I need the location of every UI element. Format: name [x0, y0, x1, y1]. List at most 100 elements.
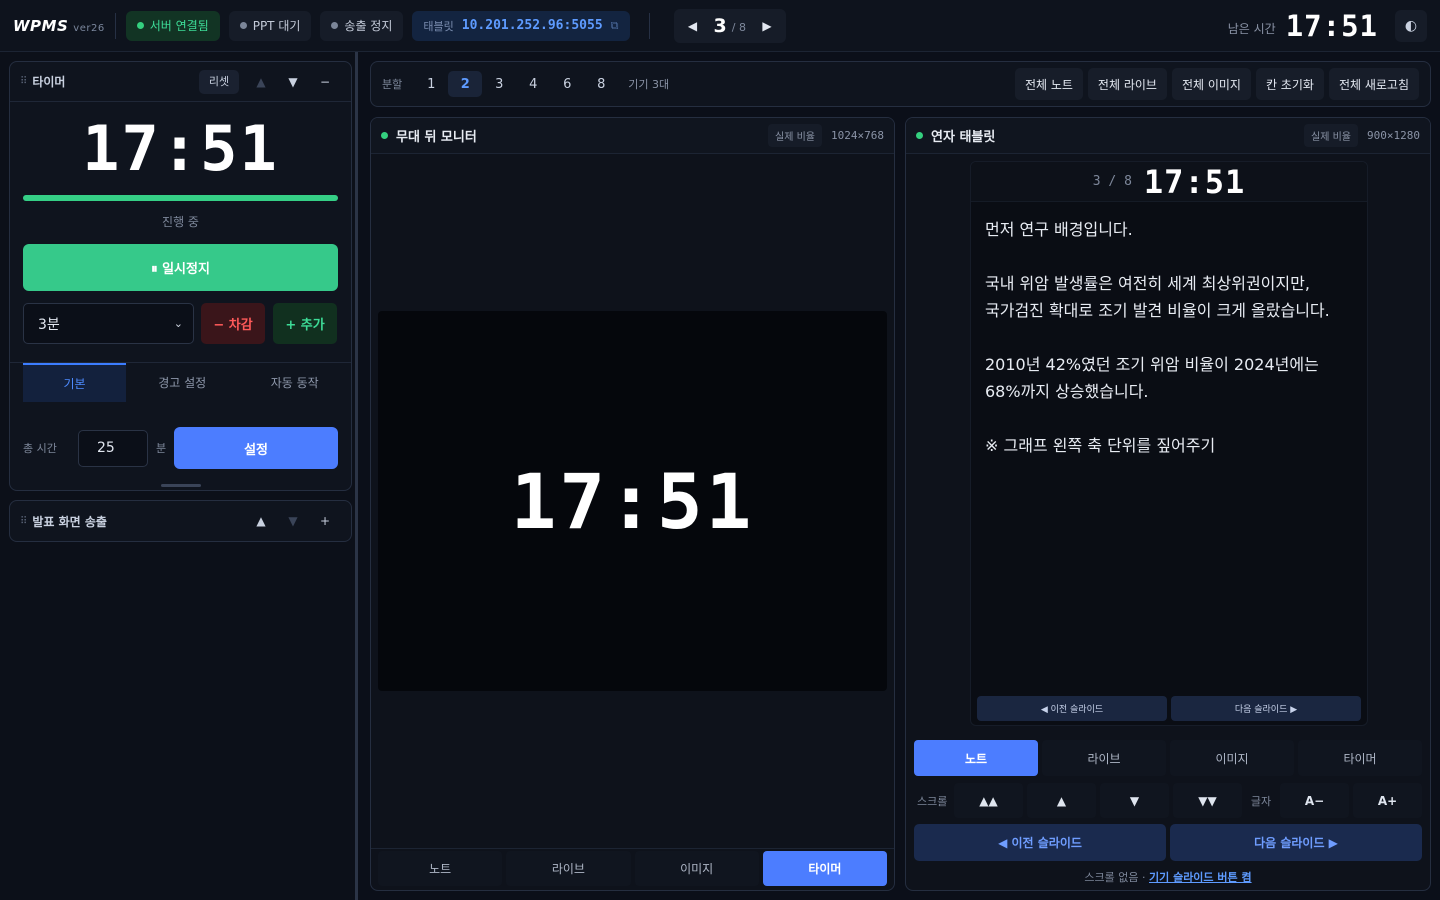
expand-icon[interactable]: + [309, 514, 341, 528]
timer-display: 17:51 [82, 112, 279, 185]
status-dot-icon [239, 22, 247, 29]
tab-live[interactable]: 라이브 [506, 851, 631, 886]
all-live-button[interactable]: 전체 라이브 [1087, 68, 1167, 100]
stage-mode-tabs: 노트 라이브 이미지 타이머 [371, 848, 894, 890]
timer-tabs: 기본 경고 설정 자동 동작 [10, 362, 351, 402]
current-page: 3 [713, 14, 727, 37]
minute-unit-label: 분 [156, 442, 167, 455]
ratio-toggle[interactable]: 실제 비율 [1304, 124, 1359, 147]
split-option-1[interactable]: 1 [414, 71, 448, 97]
server-status-badge[interactable]: 서버 연결됨 [125, 10, 220, 41]
split-option-6[interactable]: 6 [550, 71, 584, 97]
device-slide-buttons-link[interactable]: 기기 슬라이드 버튼 켬 [1149, 871, 1252, 884]
drag-handle-icon[interactable]: ⠿ [20, 516, 27, 527]
tab-timer[interactable]: 타이머 [1298, 740, 1422, 776]
slide-nav: ◀ 이전 슬라이드 다음 슬라이드 ▶ [912, 824, 1424, 861]
scroll-status-text: 스크롤 없음 · [1084, 871, 1149, 884]
scroll-label: 스크롤 [917, 794, 948, 808]
remaining-time-value: 17:51 [1285, 8, 1378, 43]
remaining-time: 남은 시간 17:51 [1228, 9, 1378, 43]
tablet-footer-note: 스크롤 없음 · 기기 슬라이드 버튼 켬 [906, 869, 1430, 885]
move-up-icon[interactable]: ▲ [245, 514, 277, 528]
top-bar: WPMS ver26 서버 연결됨 PPT 대기 송출 정지 태블릿 10.201.… [0, 0, 1440, 52]
pane-header: 무대 뒤 모니터 실제 비율 1024×768 [371, 118, 894, 154]
divider [648, 12, 650, 39]
tab-live[interactable]: 라이브 [1042, 740, 1166, 776]
prev-slide-button[interactable]: ◀ 이전 슬라이드 [914, 824, 1166, 861]
split-option-8[interactable]: 8 [584, 71, 618, 97]
prev-page-button[interactable]: ◀ [678, 19, 708, 33]
scroll-controls: 스크롤 ▲▲ ▲ ▼ ▼▼ 글자 A− A+ [912, 783, 1424, 818]
status-dot-icon [331, 22, 339, 29]
subtract-time-button[interactable]: − 차감 [201, 303, 265, 344]
tab-warning-settings[interactable]: 경고 설정 [126, 363, 239, 402]
ppt-status-label: PPT 대기 [252, 19, 301, 33]
tablet-header: 3 / 8 17:51 [971, 162, 1367, 202]
tab-image[interactable]: 이미지 [634, 851, 759, 886]
online-dot-icon [381, 132, 388, 139]
note-paragraph: ※ 그래프 왼쪽 축 단위를 짚어주기 [985, 436, 1216, 455]
ppt-status-badge[interactable]: PPT 대기 [228, 10, 312, 41]
copy-icon[interactable]: ⧉ [611, 19, 619, 33]
reset-cells-button[interactable]: 칸 초기화 [1255, 68, 1324, 100]
timer-progress-bar [23, 195, 338, 201]
tab-timer[interactable]: 타이머 [762, 851, 887, 886]
duration-select[interactable]: 3분 ⌄ [23, 303, 194, 344]
refresh-all-button[interactable]: 전체 새로고침 [1328, 68, 1419, 100]
timer-card: ⠿ 타이머 리셋 ▲ ▼ − 17:51 진행 중 ⏸ 일시정지 3분 ⌄ − 차… [9, 61, 352, 491]
scroll-down-button[interactable]: ▼ [1100, 783, 1169, 818]
tab-basic[interactable]: 기본 [23, 363, 126, 402]
scroll-page-down-button[interactable]: ▼▼ [1173, 783, 1242, 818]
split-label: 분할 [382, 78, 403, 91]
all-image-button[interactable]: 전체 이미지 [1171, 68, 1251, 100]
note-paragraph: 국내 위암 발생률은 여전히 세계 최상위권이지만, 국가검진 확대로 조기 발… [985, 274, 1330, 320]
timer-reset-button[interactable]: 리셋 [199, 69, 239, 94]
pause-button[interactable]: ⏸ 일시정지 [23, 244, 338, 291]
timer-card-title: 타이머 [32, 75, 66, 89]
scroll-up-button[interactable]: ▲ [1027, 783, 1096, 818]
pane-title: 무대 뒤 모니터 [396, 130, 477, 145]
version-label: ver26 [73, 22, 105, 34]
speaker-notes: 먼저 연구 배경입니다. 국내 위암 발생률은 여전히 세계 최상위권이지만, … [971, 202, 1367, 459]
tab-auto-action[interactable]: 자동 동작 [239, 363, 352, 402]
online-dot-icon [916, 132, 923, 139]
tab-notes[interactable]: 노트 [378, 851, 503, 886]
speaker-tablet-pane: 연자 태블릿 실제 비율 900×1280 3 / 8 17:51 먼저 연구 … [905, 117, 1431, 891]
all-notes-button[interactable]: 전체 노트 [1014, 68, 1083, 100]
ratio-toggle[interactable]: 실제 비율 [768, 124, 823, 147]
tablet-prev-slide-button[interactable]: ◀ 이전 슬라이드 [977, 696, 1167, 721]
font-decrease-button[interactable]: A− [1280, 783, 1349, 818]
add-time-button[interactable]: + 추가 [273, 303, 337, 344]
chevron-down-icon: ⌄ [173, 317, 183, 330]
move-down-icon[interactable]: ▼ [277, 514, 309, 528]
tab-image[interactable]: 이미지 [1170, 740, 1294, 776]
move-up-icon[interactable]: ▲ [245, 75, 277, 89]
device-count: 기기 3대 [628, 78, 670, 91]
broadcast-card-header: ⠿ 발표 화면 송출 ▲ ▼ + [10, 501, 351, 541]
note-paragraph: 먼저 연구 배경입니다. [985, 220, 1133, 239]
set-time-button[interactable]: 설정 [174, 427, 338, 469]
scroll-page-up-button[interactable]: ▲▲ [954, 783, 1023, 818]
move-down-icon[interactable]: ▼ [277, 75, 309, 89]
total-time-input[interactable]: 25 [78, 429, 148, 467]
theme-toggle-button[interactable]: ◐ [1395, 9, 1427, 42]
tablet-next-slide-button[interactable]: 다음 슬라이드 ▶ [1171, 696, 1361, 721]
split-option-3[interactable]: 3 [482, 71, 516, 97]
resolution-label: 900×1280 [1367, 129, 1420, 142]
font-increase-button[interactable]: A+ [1353, 783, 1422, 818]
server-status-label: 서버 연결됨 [149, 19, 209, 33]
collapse-icon[interactable]: − [309, 75, 341, 89]
split-option-4[interactable]: 4 [516, 71, 550, 97]
tab-notes[interactable]: 노트 [914, 740, 1038, 776]
tablet-label: 태블릿 [423, 19, 454, 33]
divider [114, 12, 116, 39]
next-slide-button[interactable]: 다음 슬라이드 ▶ [1170, 824, 1422, 861]
next-page-button[interactable]: ▶ [752, 19, 782, 33]
panel-resizer[interactable] [355, 52, 358, 900]
resize-handle[interactable] [161, 484, 201, 487]
split-option-2[interactable]: 2 [448, 71, 483, 97]
drag-handle-icon[interactable]: ⠿ [20, 76, 27, 87]
broadcast-status-badge[interactable]: 송출 정지 [320, 10, 404, 41]
tablet-mode-tabs: 노트 라이브 이미지 타이머 [912, 740, 1424, 776]
tablet-address-badge[interactable]: 태블릿 10.201.252.96:5055 ⧉ [412, 10, 630, 41]
